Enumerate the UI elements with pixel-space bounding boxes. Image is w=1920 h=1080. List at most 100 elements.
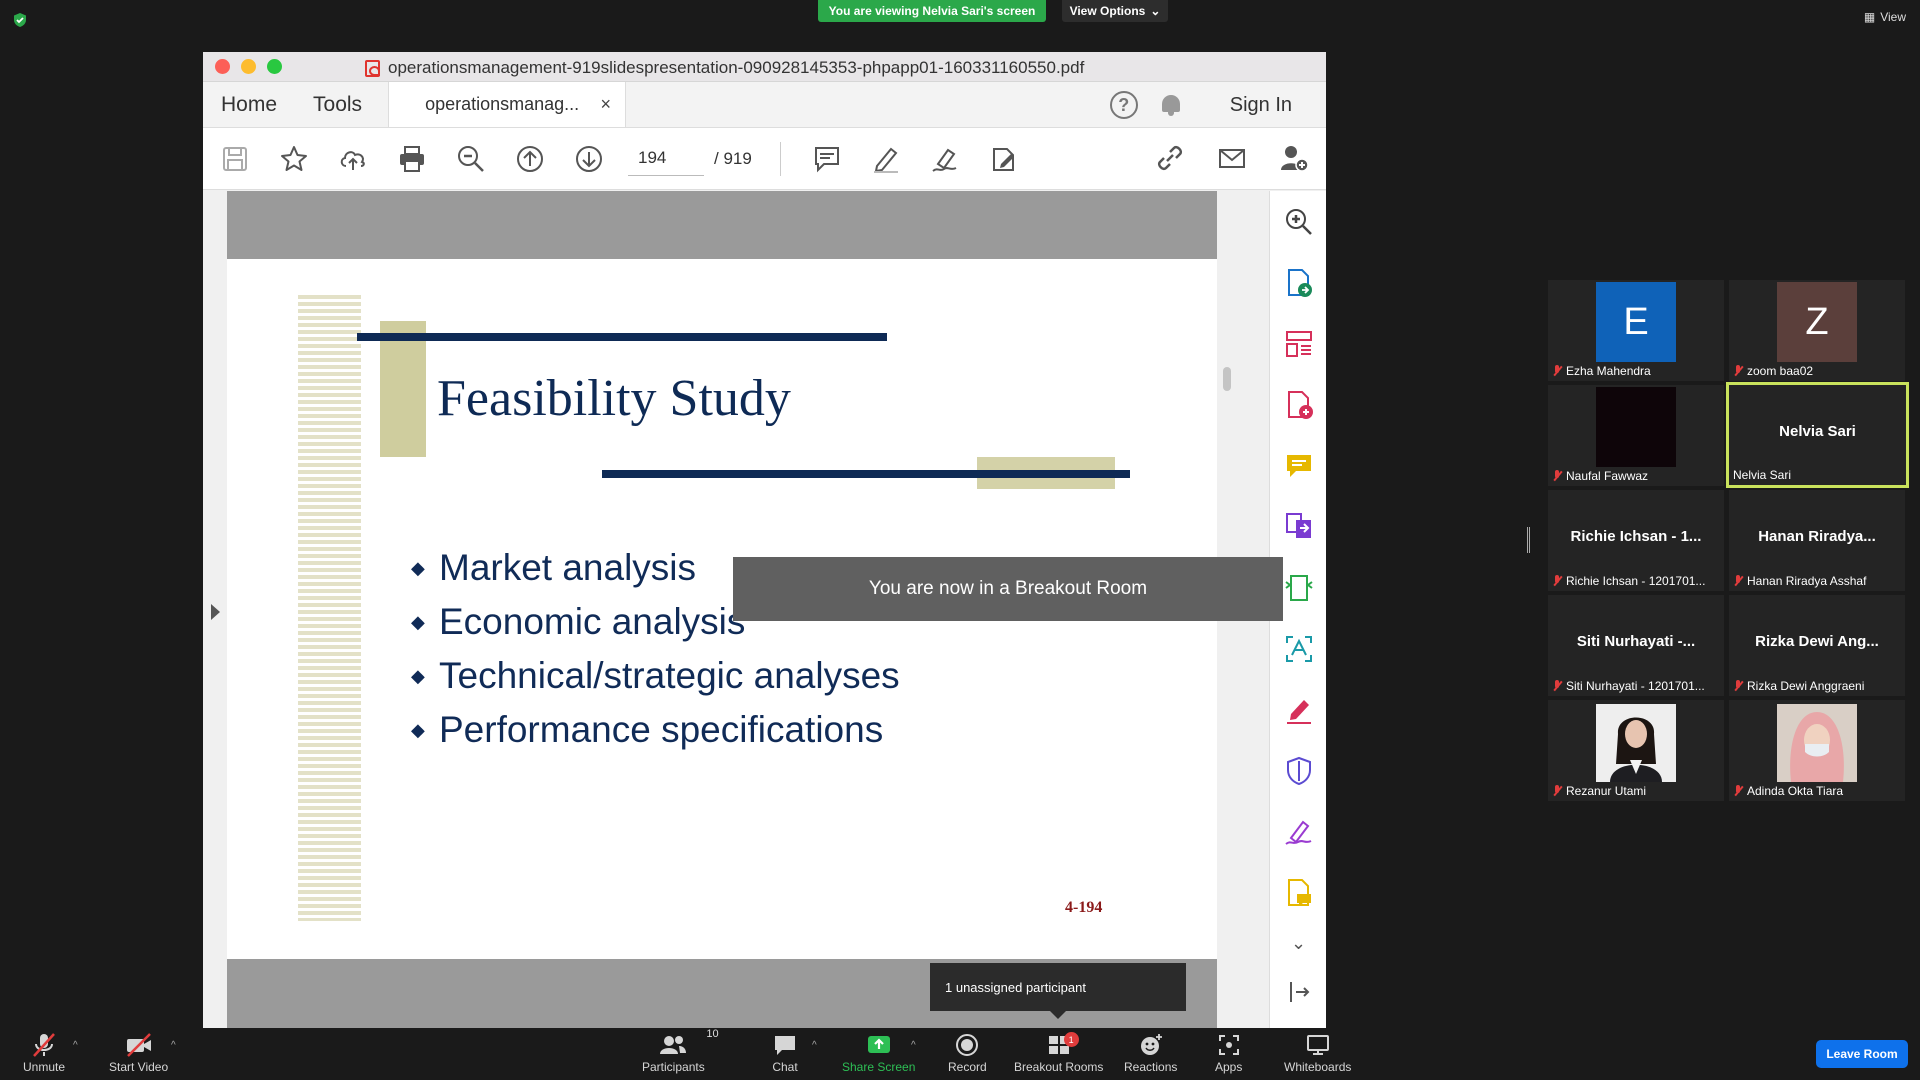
participant-tile[interactable]: Siti Nurhayati -... Siti Nurhayati - 120… bbox=[1548, 595, 1724, 696]
maximize-window-button[interactable] bbox=[267, 59, 282, 74]
avatar: Z bbox=[1777, 282, 1857, 362]
view-layout-button[interactable]: ▦ View bbox=[1864, 10, 1906, 24]
participant-tile[interactable]: Hanan Riradya... Hanan Riradya Asshaf bbox=[1729, 490, 1905, 591]
add-user-icon[interactable] bbox=[1278, 142, 1310, 174]
acrobat-toolbar: 194 / 919 bbox=[203, 128, 1326, 190]
participant-name: Naufal Fawwaz bbox=[1566, 469, 1649, 483]
participant-name: Rezanur Utami bbox=[1566, 784, 1647, 798]
comment-icon[interactable] bbox=[811, 143, 843, 175]
reactions-smiley-icon bbox=[1140, 1034, 1162, 1055]
share-options-caret-icon[interactable]: ^ bbox=[911, 1040, 916, 1051]
participants-icon bbox=[660, 1036, 687, 1054]
comment-tool[interactable] bbox=[1270, 435, 1326, 496]
participant-name-label: Naufal Fawwaz bbox=[1552, 469, 1648, 483]
share-screen-button[interactable]: Share Screen bbox=[842, 1032, 915, 1074]
participant-display-name: Hanan Riradya... bbox=[1758, 528, 1876, 545]
save-icon[interactable] bbox=[219, 143, 251, 175]
participant-tile[interactable]: E Ezha Mahendra bbox=[1548, 280, 1724, 381]
vertical-scrollbar[interactable] bbox=[1223, 367, 1231, 391]
notification-bell-icon[interactable] bbox=[1160, 93, 1182, 117]
slide-decor-stripes bbox=[298, 295, 361, 921]
bookmark-star-icon[interactable] bbox=[278, 143, 310, 175]
participant-name: Hanan Riradya Asshaf bbox=[1747, 574, 1867, 588]
chevron-down-icon[interactable]: ⌄ bbox=[1270, 923, 1326, 963]
reactions-button[interactable]: Reactions bbox=[1124, 1032, 1177, 1074]
breakout-rooms-button[interactable]: 1 Breakout Rooms bbox=[1014, 1032, 1103, 1074]
audio-options-caret-icon[interactable]: ^ bbox=[73, 1040, 78, 1051]
tab-document[interactable]: operationsmanag... × bbox=[388, 82, 627, 127]
expand-left-panel-icon[interactable] bbox=[211, 604, 220, 620]
collapse-pane-icon[interactable] bbox=[1270, 963, 1326, 1021]
acrobat-tab-bar: Home Tools operationsmanag... × ? Sign I… bbox=[203, 82, 1326, 128]
participant-tile[interactable]: Rezanur Utami bbox=[1548, 700, 1724, 801]
protect-tool[interactable] bbox=[1270, 740, 1326, 801]
whiteboards-button[interactable]: Whiteboards bbox=[1284, 1032, 1351, 1074]
close-window-button[interactable] bbox=[215, 59, 230, 74]
minimize-window-button[interactable] bbox=[241, 59, 256, 74]
help-icon[interactable]: ? bbox=[1109, 91, 1138, 119]
combine-files-tool[interactable] bbox=[1270, 496, 1326, 557]
organize-pages-tool[interactable] bbox=[1270, 313, 1326, 374]
bullet-text: Performance specifications bbox=[439, 709, 884, 750]
participant-name-label: Richie Ichsan - 1201701... bbox=[1552, 574, 1705, 588]
next-page-icon[interactable] bbox=[573, 143, 605, 175]
participant-tile-active-speaker[interactable]: Nelvia Sari Nelvia Sari bbox=[1726, 382, 1909, 488]
scan-ocr-tool[interactable] bbox=[1270, 618, 1326, 679]
tab-tools[interactable]: Tools bbox=[295, 82, 380, 127]
record-icon bbox=[956, 1034, 979, 1056]
email-icon[interactable] bbox=[1216, 142, 1248, 174]
chat-button[interactable]: Chat bbox=[772, 1032, 798, 1074]
participants-count: 10 bbox=[706, 1028, 719, 1040]
bullet-text: Market analysis bbox=[439, 547, 697, 588]
tab-home[interactable]: Home bbox=[203, 82, 295, 127]
sign-pen-icon[interactable] bbox=[929, 143, 961, 175]
participant-display-name: Siti Nurhayati -... bbox=[1576, 633, 1696, 650]
participant-tile[interactable]: Rizka Dewi Ang... Rizka Dewi Anggraeni bbox=[1729, 595, 1905, 696]
window-title-text: operationsmanagement-919slidespresentati… bbox=[388, 58, 1085, 77]
view-options-button[interactable]: View Options ⌄ bbox=[1062, 0, 1168, 22]
diamond-bullet-icon: ◆ bbox=[411, 611, 425, 632]
share-link-icon[interactable] bbox=[1154, 142, 1186, 174]
page-number-input[interactable]: 194 bbox=[628, 142, 704, 176]
participant-tile[interactable]: Richie Ichsan - 1... Richie Ichsan - 120… bbox=[1548, 490, 1724, 591]
participant-tile[interactable]: Adinda Okta Tiara bbox=[1729, 700, 1905, 801]
zoom-in-tool[interactable] bbox=[1270, 191, 1326, 252]
participant-tile[interactable]: Z zoom baa02 bbox=[1729, 280, 1905, 381]
request-signature-tool[interactable] bbox=[1270, 801, 1326, 862]
share-screen-icon bbox=[867, 1036, 890, 1053]
participant-name: Adinda Okta Tiara bbox=[1747, 784, 1844, 798]
create-pdf-tool[interactable] bbox=[1270, 374, 1326, 435]
unassigned-participant-tooltip: 1 unassigned participant bbox=[930, 963, 1186, 1019]
bullet-text: Economic analysis bbox=[439, 601, 746, 642]
apps-button[interactable]: Apps bbox=[1215, 1032, 1242, 1074]
edit-document-icon[interactable] bbox=[988, 143, 1020, 175]
cloud-upload-icon[interactable] bbox=[337, 143, 369, 175]
bullet-text: Technical/strategic analyses bbox=[439, 655, 900, 696]
unmute-button[interactable]: Unmute bbox=[23, 1032, 65, 1074]
security-shield-icon[interactable] bbox=[12, 12, 28, 28]
chat-label: Chat bbox=[772, 1060, 798, 1074]
close-tab-icon[interactable]: × bbox=[601, 94, 612, 115]
fill-sign-tool[interactable] bbox=[1270, 679, 1326, 740]
gallery-resize-handle[interactable] bbox=[1527, 527, 1530, 553]
chat-options-caret-icon[interactable]: ^ bbox=[812, 1040, 817, 1051]
start-video-button[interactable]: Start Video bbox=[109, 1032, 168, 1074]
record-button[interactable]: Record bbox=[948, 1032, 987, 1074]
previous-page-icon[interactable] bbox=[514, 143, 546, 175]
leave-room-button[interactable]: Leave Room bbox=[1816, 1040, 1908, 1068]
mic-muted-icon bbox=[1552, 575, 1562, 587]
print-icon[interactable] bbox=[396, 143, 428, 175]
zoom-out-icon[interactable] bbox=[455, 143, 487, 175]
highlight-pen-icon[interactable] bbox=[870, 143, 902, 175]
participant-name: Siti Nurhayati - 1201701... bbox=[1566, 679, 1705, 693]
participants-button[interactable]: 10 Participants bbox=[642, 1028, 719, 1074]
participant-display-name: Rizka Dewi Ang... bbox=[1755, 633, 1879, 650]
breakout-notification-badge: 1 bbox=[1063, 1032, 1079, 1047]
participant-name: Rizka Dewi Anggraeni bbox=[1747, 679, 1865, 693]
video-options-caret-icon[interactable]: ^ bbox=[171, 1040, 176, 1051]
export-pdf-tool[interactable] bbox=[1270, 252, 1326, 313]
participant-tile[interactable]: Naufal Fawwaz bbox=[1548, 385, 1724, 486]
sign-in-button[interactable]: Sign In bbox=[1230, 94, 1292, 117]
slide-decor-bar-bottom bbox=[602, 470, 1130, 478]
send-for-comments-tool[interactable] bbox=[1270, 862, 1326, 923]
